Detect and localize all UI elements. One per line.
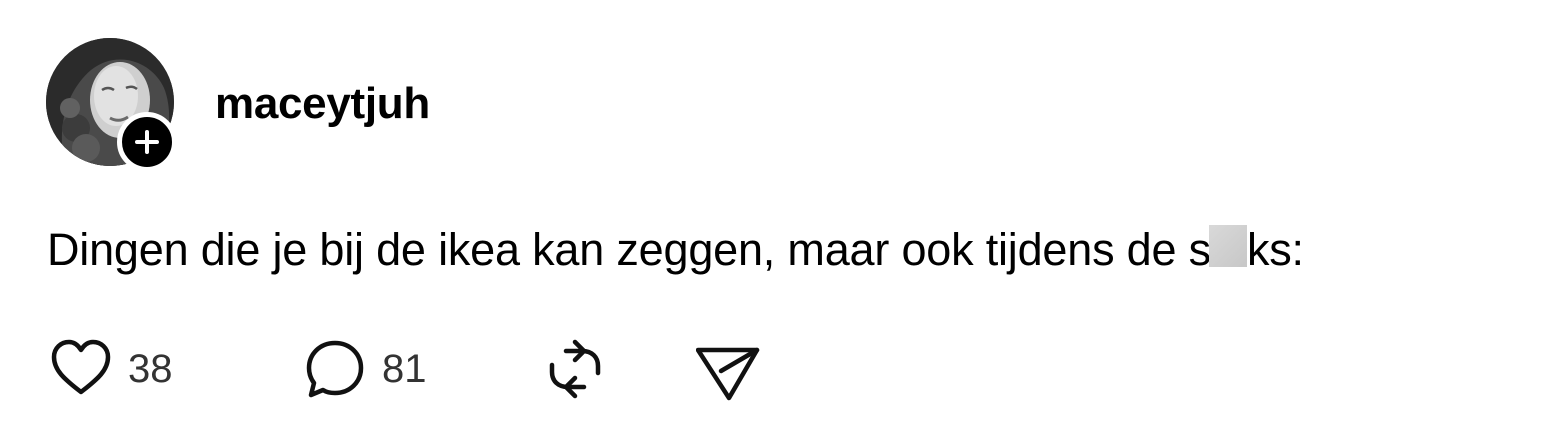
avatar-container[interactable]: [46, 38, 177, 172]
comment-count: 81: [382, 347, 427, 391]
repost-button[interactable]: [542, 334, 608, 404]
post-text-part-1: Dingen die je bij de ikea kan zeggen, ma…: [47, 224, 1211, 275]
plus-icon: [135, 130, 159, 154]
follow-button[interactable]: [117, 112, 177, 172]
like-count: 38: [128, 347, 173, 391]
send-icon: [696, 347, 760, 401]
share-button[interactable]: [696, 334, 762, 404]
comment-button[interactable]: 81: [302, 334, 427, 404]
post-text: Dingen die je bij de ikea kan zeggen, ma…: [47, 222, 1304, 278]
username[interactable]: maceytjuh: [215, 78, 430, 130]
repost-icon: [549, 339, 601, 399]
comment-bubble-icon: [306, 340, 364, 398]
like-button[interactable]: 38: [48, 334, 173, 404]
heart-icon: [51, 339, 111, 395]
post-text-part-2: ks:: [1246, 224, 1304, 275]
